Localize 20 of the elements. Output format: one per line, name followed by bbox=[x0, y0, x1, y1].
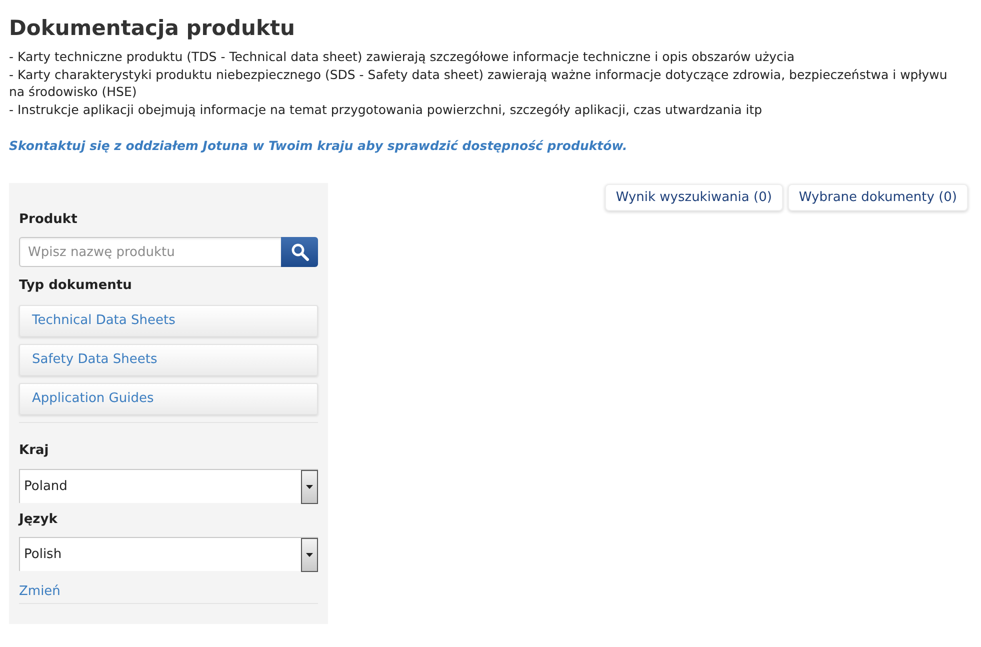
search-icon bbox=[290, 243, 308, 261]
language-select[interactable]: Polish bbox=[19, 537, 318, 571]
language-label: Język bbox=[19, 511, 58, 528]
country-select[interactable]: Poland bbox=[19, 469, 318, 503]
document-type-button[interactable]: Technical Data Sheets bbox=[19, 305, 318, 337]
contact-link[interactable]: Skontaktuj się z oddziałem Jotuna w Twoim kraju aby sprawdzić dostępność produktów. bbox=[9, 138, 628, 153]
description-line: - Karty techniczne produktu (TDS - Technical data sheet) zawierają szczegółowe informacje techniczne i opis obszarów użycia bbox=[9, 48, 796, 66]
product-search-field[interactable]: Wpisz nazwę produktu bbox=[19, 237, 281, 267]
document-type-button[interactable]: Safety Data Sheets bbox=[19, 344, 318, 376]
search-button[interactable] bbox=[281, 237, 318, 267]
product-label: Produkt bbox=[19, 211, 78, 228]
description-line: - Instrukcje aplikacji obejmują informacje na temat przygotowania powierzchni, szczegóły aplikacji, czas utwardzania itp bbox=[9, 100, 764, 118]
document-type-label: Typ dokumentu bbox=[19, 277, 133, 294]
country-label: Kraj bbox=[19, 442, 50, 459]
result-tab[interactable]: Wynik wyszukiwania (0) bbox=[604, 184, 783, 211]
description-line: - Karty charakterystyki produktu niebezpiecznego (SDS - Safety data sheet) zawierają ważne informacje dotyczące zdrowia, bezpieczeństwa i wpływu na środowisko (HSE) bbox=[9, 66, 948, 100]
document-type-button[interactable]: Application Guides bbox=[19, 383, 318, 415]
result-tab[interactable]: Wybrane dokumenty (0) bbox=[788, 184, 968, 211]
page-title: Dokumentacja produktu bbox=[9, 15, 296, 42]
change-link[interactable]: Zmień bbox=[19, 584, 60, 599]
